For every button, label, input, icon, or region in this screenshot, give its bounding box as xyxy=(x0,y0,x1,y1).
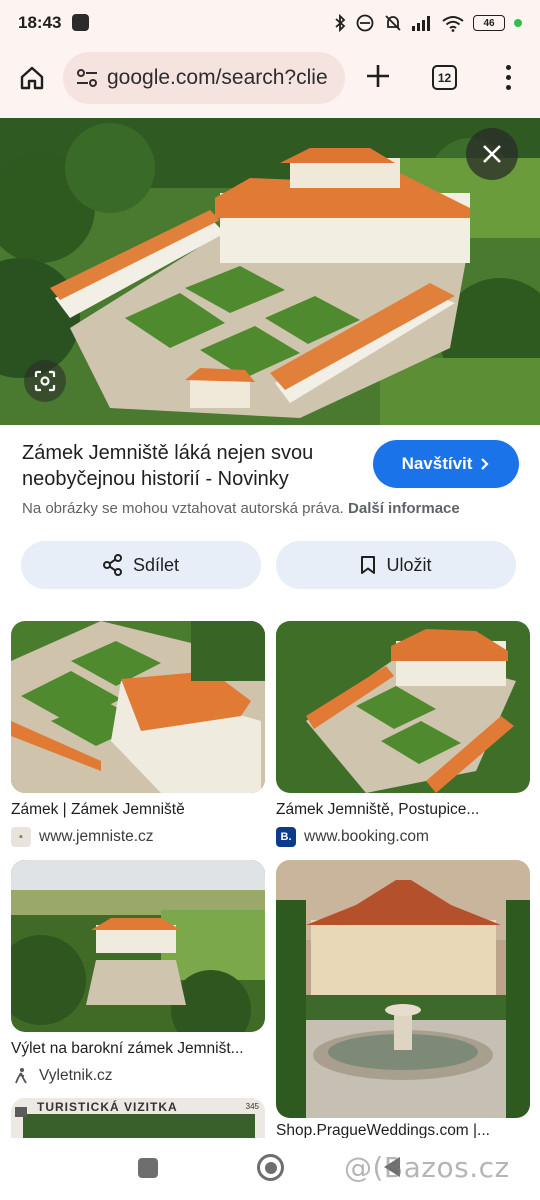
signal-icon xyxy=(412,16,430,31)
save-button[interactable]: Uložit xyxy=(276,541,516,589)
jemniste-favicon-icon: ▪ xyxy=(11,827,31,847)
related-thumbnail[interactable] xyxy=(11,621,265,793)
related-result-card[interactable]: Zámek Jemniště, Postupice... B. www.book… xyxy=(276,621,530,847)
tourist-card-text: TURISTICKÁ VIZITKA xyxy=(37,1100,178,1114)
booking-favicon-letter: B. xyxy=(280,831,292,843)
castle-landscape-photo xyxy=(11,860,265,1032)
related-thumbnail[interactable]: TURISTICKÁ VIZITKA 345 xyxy=(11,1098,265,1138)
watermark-text: @(Bazos.cz xyxy=(344,1151,510,1184)
lens-icon xyxy=(34,370,56,392)
castle-fountain-photo xyxy=(276,860,530,1118)
related-source[interactable]: ▪ www.jemniste.cz xyxy=(11,827,265,847)
status-time: 18:43 xyxy=(18,13,62,32)
source-url: www.booking.com xyxy=(304,828,429,845)
recents-button[interactable] xyxy=(138,1158,158,1178)
source-url: www.jemniste.cz xyxy=(39,828,154,845)
related-source[interactable]: B. www.booking.com xyxy=(276,827,530,847)
tab-switcher-button[interactable]: 12 xyxy=(432,65,457,90)
related-thumbnail[interactable] xyxy=(276,621,530,793)
result-title[interactable]: Zámek Jemniště láká nejen svou neobyčejn… xyxy=(22,440,352,492)
bluetooth-icon xyxy=(335,14,346,32)
battery-level: 46 xyxy=(483,17,495,29)
wifi-icon xyxy=(442,15,464,32)
copyright-notice: Na obrázky se mohou vztahovat autorská p… xyxy=(22,500,460,517)
share-button[interactable]: Sdílet xyxy=(21,541,261,589)
castle-aerial-photo xyxy=(0,118,540,425)
related-source[interactable]: Vyletnik.cz xyxy=(11,1066,265,1086)
bookmark-icon xyxy=(361,556,376,574)
link-icon xyxy=(356,14,374,32)
site-settings-icon[interactable] xyxy=(75,66,99,90)
tab-count: 12 xyxy=(437,70,452,85)
more-menu-icon[interactable] xyxy=(496,62,520,92)
related-result-card[interactable]: Zámek | Zámek Jemniště ▪ www.jemniste.cz xyxy=(11,621,265,847)
close-button[interactable] xyxy=(466,128,518,180)
visit-button-label: Navštívit xyxy=(401,454,473,473)
app-notification-icon xyxy=(72,14,89,31)
address-bar[interactable]: google.com/search?clie xyxy=(63,52,345,104)
url-text[interactable]: google.com/search?clie xyxy=(107,66,328,90)
hiker-icon xyxy=(15,1068,27,1084)
source-url: Vyletnik.cz xyxy=(39,1067,113,1084)
save-label: Uložit xyxy=(386,554,432,575)
copyright-text: Na obrázky se mohou vztahovat autorská p… xyxy=(22,500,344,517)
vyletnik-favicon-icon xyxy=(11,1066,31,1086)
related-title[interactable]: Výlet na barokní zámek Jemništ... xyxy=(11,1040,265,1058)
related-result-card[interactable]: TURISTICKÁ VIZITKA 345 xyxy=(11,1098,265,1138)
more-info-link[interactable]: Další informace xyxy=(348,500,460,517)
new-tab-plus-icon[interactable] xyxy=(362,60,394,92)
related-result-card[interactable]: Shop.PragueWeddings.com |... xyxy=(276,860,530,1140)
hero-image[interactable] xyxy=(0,118,540,425)
status-icons: 46 xyxy=(334,12,522,34)
status-bar: 18:43 46 xyxy=(0,0,540,46)
nav-home-button[interactable] xyxy=(257,1154,284,1181)
battery-icon: 46 xyxy=(473,15,505,31)
home-icon xyxy=(20,66,44,90)
related-title[interactable]: Zámek Jemniště, Postupice... xyxy=(276,801,530,819)
related-thumbnail[interactable] xyxy=(11,860,265,1032)
privacy-indicator-dot xyxy=(514,19,522,27)
lens-search-button[interactable] xyxy=(24,360,66,402)
castle-photo xyxy=(11,621,265,793)
chevron-right-icon xyxy=(481,458,489,470)
visit-button[interactable]: Navštívit xyxy=(373,440,519,488)
booking-favicon-icon: B. xyxy=(276,827,296,847)
close-icon xyxy=(483,145,501,163)
related-title[interactable]: Zámek | Zámek Jemniště xyxy=(11,801,265,819)
share-icon xyxy=(102,554,122,576)
browser-toolbar: google.com/search?clie 12 xyxy=(0,46,540,118)
share-label: Sdílet xyxy=(132,554,180,575)
castle-photo xyxy=(276,621,530,793)
related-result-card[interactable]: Výlet na barokní zámek Jemništ... Vyletn… xyxy=(11,860,265,1086)
bell-muted-icon xyxy=(385,15,401,31)
related-thumbnail[interactable] xyxy=(276,860,530,1118)
tourist-card-number: 345 xyxy=(245,1102,259,1111)
home-button[interactable] xyxy=(14,60,50,96)
